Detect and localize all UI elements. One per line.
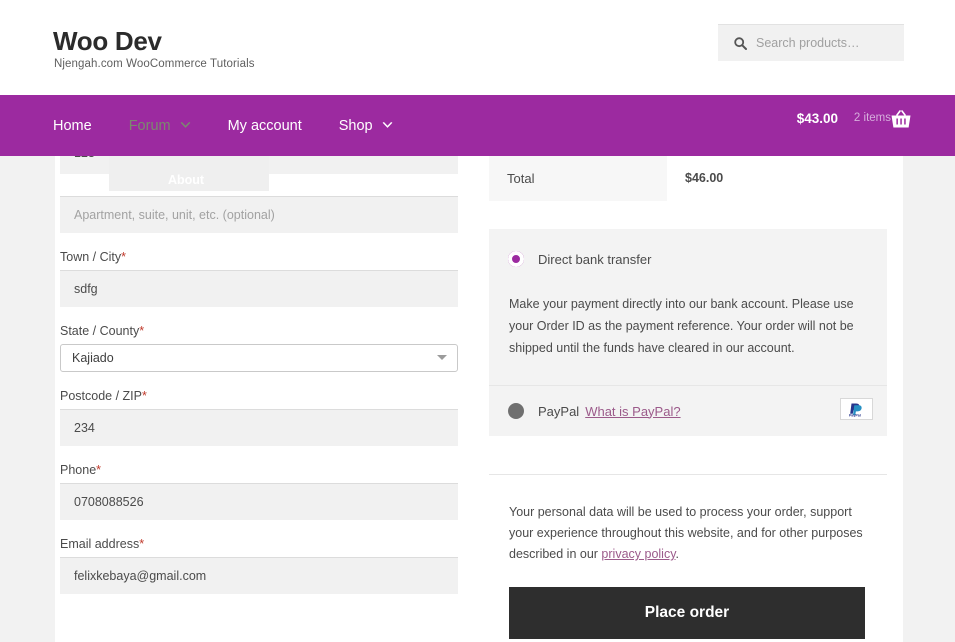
privacy-notice-box: Your personal data will be used to proce…: [489, 474, 887, 639]
nav-items: Home Forum My account Shop: [53, 95, 430, 156]
nav-item-home[interactable]: Home: [53, 118, 92, 134]
layout-gap-left: [60, 174, 115, 196]
order-total-value: $46.00: [685, 171, 724, 185]
checkout-page: Woo Dev Njengah.com WooCommerce Tutorial…: [0, 0, 955, 642]
state-county-select[interactable]: Kajiado: [60, 344, 458, 372]
billing-form: 123 Town / City* State / County* Kajiado…: [60, 156, 458, 594]
payment-method-bacs[interactable]: Direct bank transfer: [489, 229, 887, 289]
required-mark: *: [96, 463, 102, 477]
privacy-notice-text: Your personal data will be used to proce…: [489, 475, 887, 565]
label-email-address: Email address*: [60, 537, 458, 551]
label-town-city: Town / City*: [60, 250, 458, 264]
cart-item-count: 2 items: [853, 112, 891, 124]
paypal-logo-icon: PayPal: [840, 398, 873, 420]
site-title: Woo Dev: [53, 26, 162, 56]
order-review-column: Total $46.00 Direct bank transfer Make y…: [489, 156, 887, 639]
nav-item-shop[interactable]: Shop: [339, 118, 393, 134]
cart-total-amount: $43.00: [796, 111, 838, 126]
primary-navigation: Home Forum My account Shop $43.00 2 item…: [0, 95, 955, 156]
state-county-select-wrap: Kajiado: [60, 344, 458, 372]
what-is-paypal-link[interactable]: What is PayPal?: [585, 404, 680, 419]
search-icon: [734, 36, 747, 50]
label-phone: Phone*: [60, 463, 458, 477]
nav-item-label: Forum: [128, 117, 171, 134]
required-mark: *: [141, 389, 147, 403]
nav-item-label: Shop: [338, 117, 373, 134]
nav-submenu-dropdown[interactable]: About: [109, 156, 269, 191]
payment-method-description: Make your payment directly into our bank…: [489, 289, 887, 386]
site-tagline: Njengah.com WooCommerce Tutorials: [54, 58, 255, 70]
privacy-text-after: .: [675, 547, 680, 561]
chevron-down-icon: [382, 122, 393, 129]
radio-selected-icon[interactable]: [508, 251, 524, 267]
town-city-input[interactable]: [60, 270, 458, 307]
address-line-2-input[interactable]: [60, 196, 458, 233]
required-mark: *: [121, 250, 127, 264]
nav-item-forum[interactable]: Forum: [129, 118, 191, 134]
payment-methods-box: Direct bank transfer Make your payment d…: [489, 229, 887, 436]
payment-method-paypal[interactable]: PayPal What is PayPal? PayPal: [489, 386, 887, 436]
label-text: Postcode / ZIP: [60, 389, 142, 403]
label-text: Town / City: [60, 250, 122, 264]
order-total-row: Total $46.00: [489, 156, 887, 201]
payment-method-label: Direct bank transfer: [538, 251, 652, 267]
required-mark: *: [139, 324, 145, 338]
phone-input[interactable]: [60, 483, 458, 520]
nav-item-label: My account: [227, 117, 302, 134]
submenu-item-about[interactable]: About: [168, 173, 204, 187]
shopping-basket-icon[interactable]: [889, 108, 913, 132]
label-state-county: State / County*: [60, 324, 458, 338]
label-postcode-zip: Postcode / ZIP*: [60, 389, 458, 403]
product-search-box[interactable]: [718, 24, 904, 61]
email-address-input[interactable]: [60, 557, 458, 594]
place-order-button[interactable]: Place order: [509, 587, 865, 639]
label-text: Email address: [60, 537, 140, 551]
label-text: Phone: [60, 463, 97, 477]
order-total-label: Total: [489, 156, 667, 201]
layout-gap-right: [276, 174, 458, 196]
cart-summary[interactable]: $43.00 2 items: [655, 95, 955, 156]
postcode-zip-input[interactable]: [60, 409, 458, 446]
payment-method-label: PayPal: [538, 403, 580, 419]
nav-item-my-account[interactable]: My account: [228, 118, 302, 134]
privacy-policy-link[interactable]: privacy policy: [601, 547, 675, 561]
nav-item-label: Home: [53, 117, 92, 134]
required-mark: *: [139, 537, 145, 551]
chevron-down-icon: [180, 122, 191, 129]
privacy-text-before: Your personal data will be used to proce…: [509, 505, 863, 561]
label-text: State / County: [60, 324, 140, 338]
svg-text:PayPal: PayPal: [849, 413, 861, 417]
search-input[interactable]: [756, 36, 896, 50]
radio-unselected-icon[interactable]: [508, 403, 524, 419]
site-masthead: Woo Dev Njengah.com WooCommerce Tutorial…: [0, 0, 955, 95]
